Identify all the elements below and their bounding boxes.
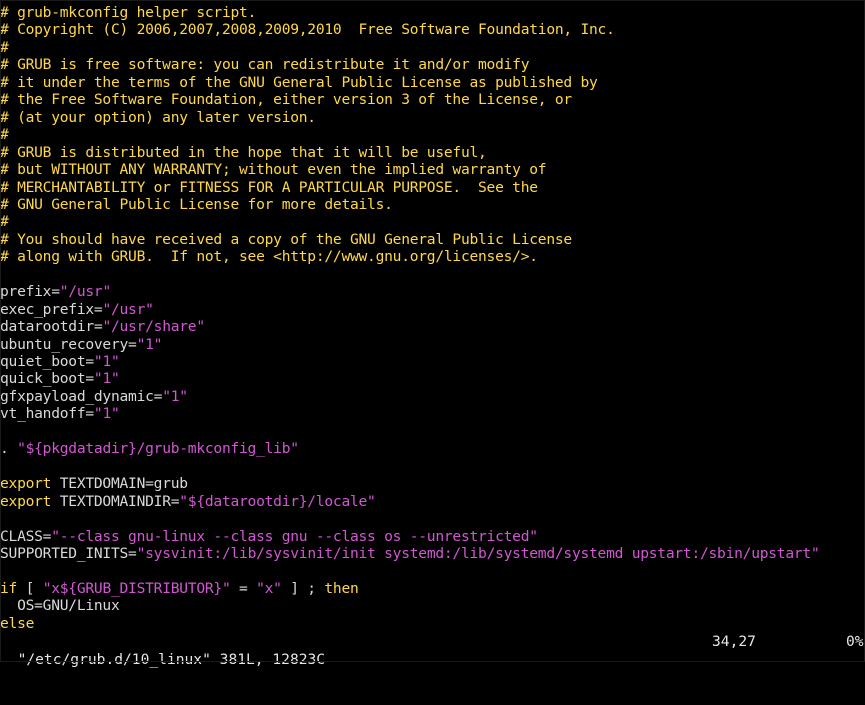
code-text: = xyxy=(230,579,257,597)
code-line[interactable]: # xyxy=(0,39,9,56)
code-line[interactable]: # the Free Software Foundation, either v… xyxy=(0,91,572,108)
string-literal: "1" xyxy=(162,387,188,405)
code-line[interactable]: # xyxy=(0,213,9,230)
comment-text: # GRUB is free software: you can redistr… xyxy=(0,56,530,74)
code-text: vt_handoff= xyxy=(0,405,94,423)
string-literal: "/usr/share" xyxy=(102,318,205,336)
code-line[interactable]: ubuntu_recovery="1" xyxy=(0,336,162,353)
code-line[interactable]: # Copyright (C) 2006,2007,2008,2009,2010… xyxy=(0,21,615,38)
code-line[interactable]: # grub-mkconfig helper script. xyxy=(0,4,256,21)
keyword: export xyxy=(0,475,52,493)
comment-text: # xyxy=(0,38,9,56)
code-line[interactable]: # it under the terms of the GNU General … xyxy=(0,74,598,91)
comment-text: # You should have received a copy of the… xyxy=(0,230,572,248)
code-text: ] ; xyxy=(281,579,325,597)
string-literal: "/usr" xyxy=(59,283,111,301)
code-line[interactable]: quiet_boot="1" xyxy=(0,353,120,370)
string-literal: "1" xyxy=(93,405,120,423)
code-line[interactable]: # (at your option) any later version. xyxy=(0,109,316,126)
code-text: quick_boot= xyxy=(0,370,94,388)
string-literal: "1" xyxy=(93,370,120,388)
code-text: gfxpayload_dynamic= xyxy=(0,387,163,405)
comment-text: # GNU General Public License for more de… xyxy=(0,195,393,213)
keyword: export xyxy=(0,492,52,510)
vim-status-line: "/etc/grub.d/10_linux" 381L, 12823C 34,2… xyxy=(0,633,865,668)
string-literal: "1" xyxy=(93,353,120,370)
code-line[interactable]: # xyxy=(0,126,9,143)
string-literal: "${datarootdir}/locale" xyxy=(179,492,376,510)
string-literal: "x" xyxy=(256,579,282,597)
code-text: SUPPORTED_INITS= xyxy=(0,544,137,562)
code-line[interactable]: export TEXTDOMAINDIR="${datarootdir}/loc… xyxy=(0,493,376,510)
comment-text: # xyxy=(0,126,9,144)
code-line[interactable]: # MERCHANTABILITY or FITNESS FOR A PARTI… xyxy=(0,179,538,196)
code-line[interactable]: prefix="/usr" xyxy=(0,283,111,300)
code-text: datarootdir= xyxy=(0,318,103,336)
keyword: if xyxy=(0,579,18,597)
code-line[interactable]: if [ "x${GRUB_DISTRIBUTOR}" = "x" ] ; th… xyxy=(0,580,359,597)
code-line[interactable]: . "${pkgdatadir}/grub-mkconfig_lib" xyxy=(0,440,299,457)
code-text: exec_prefix= xyxy=(0,300,103,318)
code-line[interactable]: # but WITHOUT ANY WARRANTY; without even… xyxy=(0,161,547,179)
code-line[interactable]: OS=GNU/Linux xyxy=(0,597,120,614)
code-text: ubuntu_recovery= xyxy=(0,335,137,353)
code-line[interactable]: CLASS="--class gnu-linux --class gnu --c… xyxy=(0,528,538,545)
code-line[interactable]: # You should have received a copy of the… xyxy=(0,231,572,248)
comment-text: # grub-mkconfig helper script. xyxy=(0,4,257,21)
code-text: TEXTDOMAINDIR= xyxy=(51,492,180,510)
keyword: then xyxy=(324,579,359,597)
code-line[interactable]: # along with GRUB. If not, see <http://w… xyxy=(0,248,538,265)
code-line[interactable]: # GRUB is distributed in the hope that i… xyxy=(0,144,487,161)
code-text: prefix= xyxy=(0,283,60,301)
vim-editor[interactable]: # grub-mkconfig helper script. # Copyrigh… xyxy=(0,0,865,662)
code-text: [ xyxy=(17,579,43,597)
code-text: . xyxy=(0,440,18,458)
code-text: TEXTDOMAIN=grub xyxy=(51,475,188,493)
code-line[interactable]: # GNU General Public License for more de… xyxy=(0,196,393,213)
string-literal: "--class gnu-linux --class gnu --class o… xyxy=(51,527,538,545)
code-line[interactable]: # GRUB is free software: you can redistr… xyxy=(0,56,530,74)
comment-text: # but WITHOUT ANY WARRANTY; without even… xyxy=(0,161,547,179)
code-text: CLASS= xyxy=(0,527,52,545)
status-cursor-position: 34,27 xyxy=(712,633,756,650)
comment-text: # GRUB is distributed in the hope that i… xyxy=(0,143,487,161)
comment-text: # along with GRUB. If not, see <http://w… xyxy=(0,248,538,266)
status-file-info: "/etc/grub.d/10_linux" 381L, 12823C xyxy=(17,651,326,668)
code-line[interactable]: else xyxy=(0,615,34,632)
code-line[interactable]: quick_boot="1" xyxy=(0,370,120,387)
code-text: OS=GNU/Linux xyxy=(0,597,120,615)
string-literal: "${pkgdatadir}/grub-mkconfig_lib" xyxy=(17,440,299,458)
string-literal: "x${GRUB_DISTRIBUTOR}" xyxy=(42,579,231,597)
comment-text: # Copyright (C) 2006,2007,2008,2009,2010… xyxy=(0,21,615,39)
comment-text: # the Free Software Foundation, either v… xyxy=(0,91,572,109)
status-scroll-percent: 0% xyxy=(846,633,864,650)
string-literal: "sysvinit:/lib/sysvinit/init systemd:/li… xyxy=(136,544,820,562)
comment-text: # xyxy=(0,213,9,231)
code-line[interactable]: datarootdir="/usr/share" xyxy=(0,318,205,335)
string-literal: "/usr" xyxy=(102,300,154,318)
string-literal: "1" xyxy=(136,335,163,353)
code-line[interactable]: export TEXTDOMAIN=grub xyxy=(0,475,188,492)
code-line[interactable]: gfxpayload_dynamic="1" xyxy=(0,388,188,405)
keyword: else xyxy=(0,614,35,632)
code-line[interactable]: exec_prefix="/usr" xyxy=(0,301,154,318)
code-line[interactable]: vt_handoff="1" xyxy=(0,405,120,422)
comment-text: # (at your option) any later version. xyxy=(0,108,316,126)
code-text: quiet_boot= xyxy=(0,353,94,370)
comment-text: # MERCHANTABILITY or FITNESS FOR A PARTI… xyxy=(0,178,538,196)
comment-text: # it under the terms of the GNU General … xyxy=(0,73,598,91)
code-line[interactable]: SUPPORTED_INITS="sysvinit:/lib/sysvinit/… xyxy=(0,545,820,562)
